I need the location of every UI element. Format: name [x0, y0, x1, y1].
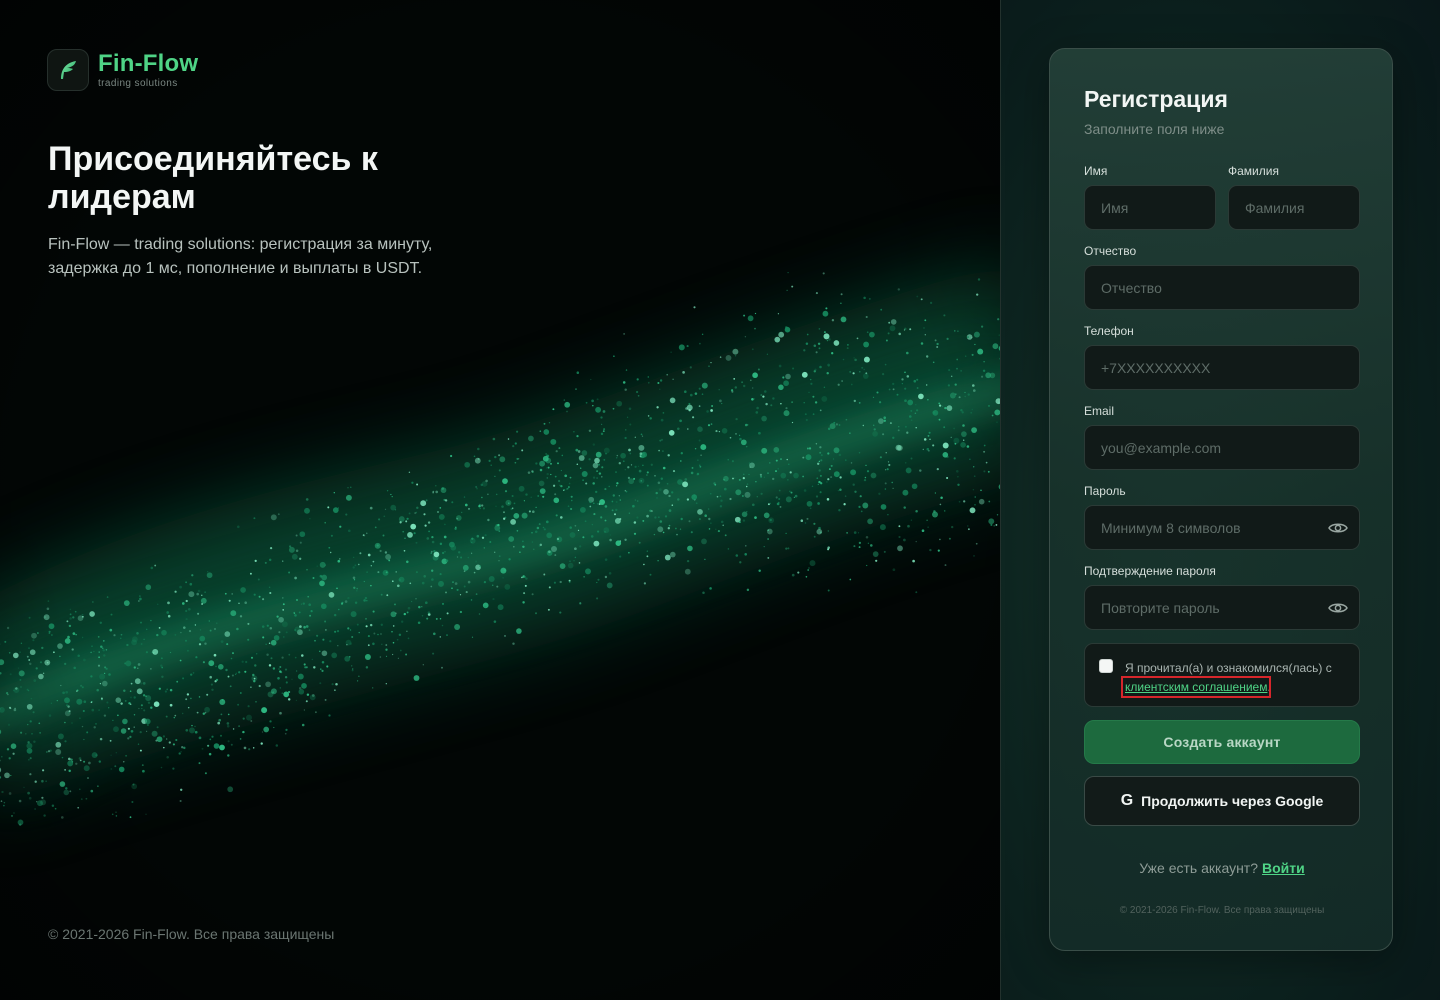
middle-name-label: Отчество — [1084, 244, 1137, 258]
eye-icon[interactable] — [1328, 521, 1348, 535]
form-title: Регистрация — [1084, 86, 1228, 112]
consent-box: Я прочитал(а) и ознакомился(лась) с клие… — [1084, 643, 1360, 707]
registration-panel: Регистрация Заполните поля ниже Имя Фами… — [1000, 0, 1440, 1000]
first-name-label: Имя — [1084, 164, 1108, 178]
first-name-input[interactable] — [1084, 185, 1216, 230]
last-name-label: Фамилия — [1228, 164, 1279, 178]
consent-checkbox[interactable] — [1099, 659, 1113, 673]
consent-label: Я прочитал(а) и ознакомился(лась) с — [1125, 661, 1332, 675]
form-copyright: © 2021-2026 Fin-Flow. Все права защищены — [1119, 905, 1325, 916]
last-name-input[interactable] — [1228, 185, 1360, 230]
eye-icon[interactable] — [1328, 601, 1348, 615]
login-link[interactable]: Войти — [1262, 860, 1305, 876]
brand[interactable]: Fin-Flow trading solutions — [47, 49, 198, 91]
leaf-f-icon — [47, 49, 89, 91]
hero-panel: Fin-Flow trading solutions Присоединяйте… — [0, 0, 1000, 1000]
email-input[interactable] — [1084, 425, 1360, 470]
password-label: Пароль — [1084, 484, 1126, 498]
google-icon: G — [1120, 792, 1134, 809]
phone-label: Телефон — [1084, 324, 1134, 338]
consent-text: Я прочитал(а) и ознакомился(лась) с клие… — [1120, 659, 1355, 698]
registration-form: Регистрация Заполните поля ниже Имя Фами… — [1049, 48, 1393, 951]
brand-name: Fin-Flow — [98, 50, 199, 77]
consent-suffix: . — [1267, 680, 1271, 694]
brand-tagline: trading solutions — [98, 78, 178, 89]
hero-description: Fin-Flow — trading solutions: регистраци… — [48, 236, 433, 277]
form-subtitle: Заполните поля ниже — [1084, 121, 1225, 137]
login-prompt: Уже есть аккаунт? — [1139, 860, 1259, 876]
email-label: Email — [1084, 404, 1115, 418]
password-confirm-input[interactable] — [1084, 585, 1360, 630]
client-agreement-link[interactable]: клиентским соглашением — [1120, 676, 1272, 698]
create-account-button[interactable]: Создать аккаунт — [1084, 720, 1360, 764]
google-signin-button[interactable]: G Продолжить через Google — [1084, 776, 1360, 826]
hero-title: Присоединяйтесь к лидерам — [48, 140, 378, 216]
hero-copyright: © 2021-2026 Fin-Flow. Все права защищены — [48, 926, 335, 942]
login-prompt-line: Уже есть аккаунт? Войти — [1084, 860, 1360, 876]
google-signin-label: Продолжить через Google — [1141, 793, 1324, 809]
password-input[interactable] — [1084, 505, 1360, 550]
password-confirm-label: Подтверждение пароля — [1084, 564, 1216, 578]
middle-name-input[interactable] — [1084, 265, 1360, 310]
phone-input[interactable] — [1084, 345, 1360, 390]
